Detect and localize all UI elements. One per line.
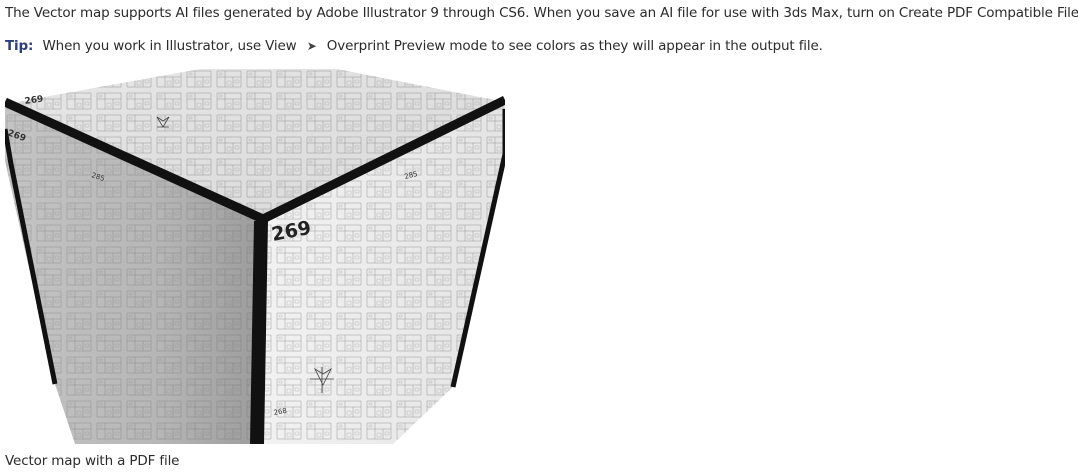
tip-note: Tip: When you work in Illustrator, use V…	[5, 38, 823, 54]
cube-render-image: 269 269 269 285 285 268	[5, 69, 505, 444]
tip-text-after: Overprint Preview mode to see colors as …	[326, 38, 823, 54]
body-paragraph: The Vector map supports AI files generat…	[5, 5, 1078, 21]
figure-caption: Vector map with a PDF file	[5, 453, 180, 469]
tip-text-before: When you work in Illustrator, use View	[42, 38, 297, 54]
menu-path-arrow-icon: ➤	[306, 39, 317, 53]
tip-label: Tip:	[5, 38, 34, 54]
vector-map-cube-illustration: 269 269 269 285 285 268	[5, 69, 505, 444]
